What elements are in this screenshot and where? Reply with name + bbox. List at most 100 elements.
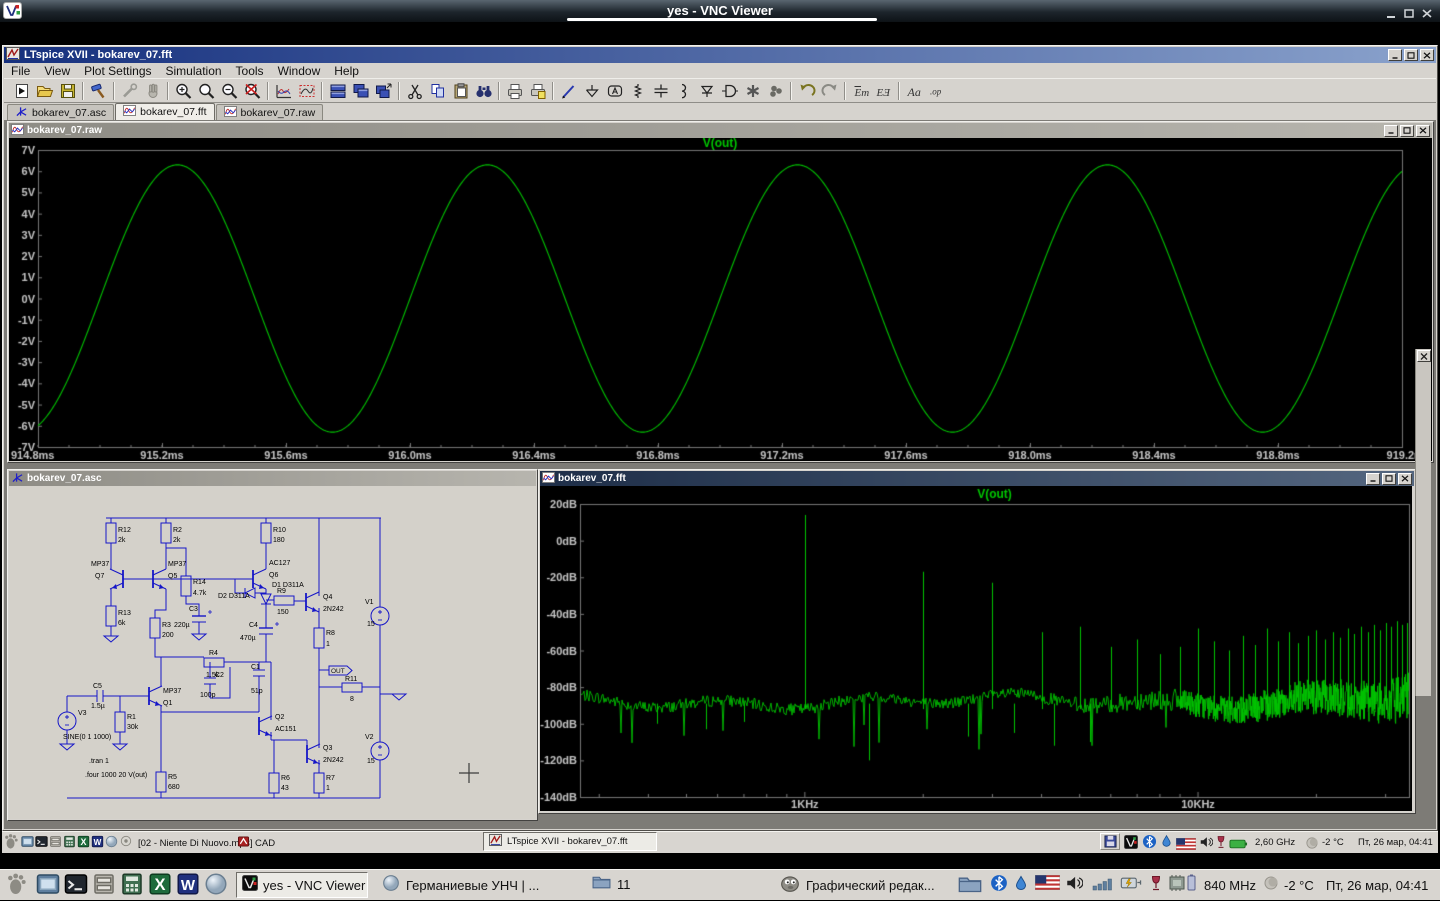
local-tray-signal-icon[interactable] <box>1092 877 1114 896</box>
component-button[interactable] <box>718 81 741 101</box>
cascade-windows-alt-button[interactable] <box>372 81 395 101</box>
ltspice-titlebar[interactable]: LTspice XVII - bokarev_07.fft <box>4 47 1436 63</box>
tab-bokarev_07-asc[interactable]: bokarev_07.asc <box>7 104 114 120</box>
local-tray-weather-icon[interactable] <box>1264 876 1278 895</box>
remote-tray-volume-icon[interactable] <box>1199 835 1213 854</box>
remote-launcher-excel-icon[interactable]: X <box>77 835 90 853</box>
remote-launcher-word-icon[interactable]: W <box>91 835 104 853</box>
local-start-menu-icon[interactable] <box>5 872 29 901</box>
autorange-button[interactable] <box>272 81 295 101</box>
vnc-maximize-button[interactable] <box>1403 6 1417 17</box>
schematic-canvas[interactable]: OUTR122kR22kR10180MP37Q7MP37Q5AC127Q6R14… <box>9 486 536 819</box>
tile-windows-button[interactable] <box>326 81 349 101</box>
remote-launcher-screenshot-icon[interactable] <box>21 835 34 853</box>
undo-button[interactable] <box>795 81 818 101</box>
tab-bokarev_07-raw[interactable]: bokarev_07.raw <box>216 104 324 120</box>
local-launcher-excel-icon[interactable]: X <box>148 872 172 901</box>
inductor-button[interactable] <box>672 81 695 101</box>
halt-button[interactable] <box>141 81 164 101</box>
cascade-windows-button[interactable] <box>349 81 372 101</box>
cut-button[interactable] <box>403 81 426 101</box>
remote-tray-wine-icon[interactable] <box>1216 835 1226 854</box>
vnc-minimize-button[interactable] <box>1385 6 1399 17</box>
mirror-button[interactable]: Em <box>849 81 872 101</box>
fft-window-maximize-button[interactable] <box>1382 473 1396 485</box>
remote-tray-vnc-icon[interactable] <box>1124 835 1138 854</box>
ltspice-close-button[interactable] <box>1420 49 1434 61</box>
local-launcher-file-manager-icon[interactable] <box>92 872 116 901</box>
capacitor-button[interactable] <box>649 81 672 101</box>
local-tray-battery-icon[interactable] <box>1120 875 1144 896</box>
zoom-out-button[interactable] <box>218 81 241 101</box>
local-tray-volume-icon[interactable] <box>1065 874 1083 897</box>
fft-window-close-button[interactable] <box>1398 473 1412 485</box>
menu-view[interactable]: View <box>37 64 77 78</box>
vnc-close-button[interactable] <box>1421 6 1435 17</box>
local-task-vnc[interactable]: yes - VNC Viewer <box>236 872 368 898</box>
new-schematic-button[interactable] <box>10 81 33 101</box>
menu-plot-settings[interactable]: Plot Settings <box>77 64 158 78</box>
remote-start-menu-icon[interactable] <box>3 833 20 855</box>
remote-tray-weather-icon[interactable] <box>1306 836 1318 854</box>
open-button[interactable] <box>33 81 56 101</box>
local-tray-cpu-icon[interactable] <box>1168 874 1198 897</box>
redo-button[interactable] <box>818 81 841 101</box>
control-panel-button[interactable] <box>87 81 110 101</box>
save-button[interactable] <box>56 81 79 101</box>
fft-window-titlebar[interactable]: bokarev_07.fft <box>540 471 1414 486</box>
local-launcher-terminal-icon[interactable] <box>64 872 88 901</box>
copy-button[interactable] <box>426 81 449 101</box>
mdi-scroll-strip[interactable] <box>1415 349 1431 696</box>
menu-simulation[interactable]: Simulation <box>159 64 229 78</box>
remote-tray-battery-icon[interactable] <box>1229 837 1248 855</box>
zoom-full-button[interactable] <box>241 81 264 101</box>
local-tray-wine-icon[interactable] <box>1150 875 1162 896</box>
vnc-toolbar-handle[interactable] <box>567 18 877 21</box>
remote-launcher-file-manager-icon[interactable] <box>49 835 62 853</box>
raw-window-maximize-button[interactable] <box>1400 125 1414 137</box>
drag-button[interactable] <box>764 81 787 101</box>
asc-window-titlebar[interactable]: bokarev_07.asc <box>9 471 536 486</box>
print-button[interactable] <box>503 81 526 101</box>
remote-launcher-calculator-icon[interactable] <box>63 835 76 853</box>
zoom-pan-button[interactable] <box>195 81 218 101</box>
zoom-in-button[interactable] <box>172 81 195 101</box>
remote-launcher-terminal-icon[interactable] <box>35 835 48 853</box>
remote-task-ltspice[interactable]: LTspice XVII - bokarev_07.fft <box>483 832 657 851</box>
spice-directive-button[interactable]: .op <box>926 81 949 101</box>
print-preview-button[interactable] <box>526 81 549 101</box>
remote-task-cad[interactable]: CAD <box>238 834 275 852</box>
raw-window-titlebar[interactable]: bokarev_07.raw <box>9 123 1432 138</box>
ground-button[interactable] <box>580 81 603 101</box>
remote-launcher-globe-icon[interactable] <box>105 835 118 853</box>
paste-button[interactable] <box>449 81 472 101</box>
menu-help[interactable]: Help <box>327 64 366 78</box>
local-tray-bluetooth-icon[interactable] <box>990 874 1008 897</box>
run-button[interactable] <box>118 81 141 101</box>
raw-window-minimize-button[interactable] <box>1384 125 1398 137</box>
remote-tray-bluetooth-icon[interactable] <box>1142 834 1157 854</box>
fft-window-minimize-button[interactable] <box>1366 473 1380 485</box>
local-task-browser[interactable]: Германиевые УНЧ | ... <box>382 874 539 897</box>
resistor-button[interactable] <box>626 81 649 101</box>
local-tray-droplet-icon[interactable] <box>1013 874 1029 897</box>
local-launcher-screenshot-icon[interactable] <box>36 872 60 901</box>
wire-button[interactable] <box>557 81 580 101</box>
plot-settings-button[interactable] <box>295 81 318 101</box>
raw-window-close-button[interactable] <box>1416 125 1430 137</box>
ltspice-maximize-button[interactable] <box>1404 49 1418 61</box>
find-button[interactable] <box>472 81 495 101</box>
waveform-plot[interactable] <box>9 138 1432 461</box>
local-task-gimp[interactable]: Графический редак... <box>780 873 935 898</box>
local-launcher-calculator-icon[interactable] <box>120 872 144 901</box>
tab-bokarev_07-fft[interactable]: bokarev_07.fft <box>115 103 214 120</box>
remote-tray-droplet-icon[interactable] <box>1160 834 1173 853</box>
menu-file[interactable]: File <box>4 64 37 78</box>
mdi-close-icon[interactable] <box>1417 350 1431 362</box>
remote-tray-floppy-icon[interactable] <box>1100 833 1120 853</box>
remote-tray-keyboard-layout-icon[interactable] <box>1176 837 1196 855</box>
local-launcher-word-icon[interactable]: W <box>176 872 200 901</box>
text-tool-button[interactable]: Aa <box>903 81 926 101</box>
local-launcher-globe-icon[interactable] <box>204 872 228 901</box>
label-net-button[interactable] <box>603 81 626 101</box>
